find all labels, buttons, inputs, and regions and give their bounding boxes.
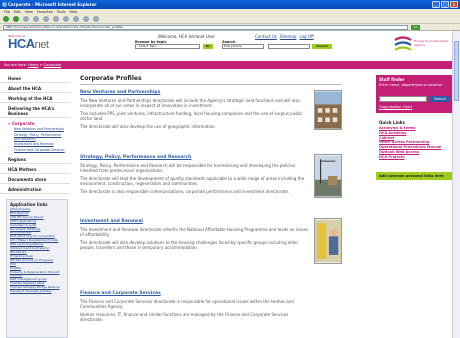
log-off-link[interactable]: Log Off	[299, 34, 313, 39]
breadcrumb: You are here: Home > Corporate	[0, 61, 452, 69]
section-paragraph: The New Ventures and Partnerships direct…	[80, 98, 300, 108]
maximize-button[interactable]: □	[441, 1, 449, 8]
section-title[interactable]: Strategy, Policy, Performance and Resear…	[80, 155, 342, 160]
favorites-icon[interactable]	[63, 16, 69, 22]
nav-about[interactable]: About the HCA	[0, 83, 70, 93]
search-scope-select[interactable]: Everywhere	[222, 44, 264, 49]
breadcrumb-home[interactable]: Home	[28, 63, 38, 67]
nav-documents[interactable]: Documents store	[0, 174, 70, 184]
search-input[interactable]	[268, 44, 310, 49]
nav-home[interactable]: Home	[0, 73, 70, 83]
address-bar: http://homesandcommunities.co.uk/public/…	[0, 24, 460, 31]
section-paragraph: The directorate will also develop the us…	[80, 124, 216, 129]
section-paragraph: The directorate will also develop soluti…	[80, 240, 299, 250]
refresh-icon[interactable]	[33, 16, 39, 22]
ie-icon	[2, 2, 7, 7]
app-link[interactable]: Transport Channels (Intake)	[10, 289, 64, 294]
nav-hca-matters[interactable]: HCA Matters	[0, 164, 70, 174]
minimize-button[interactable]: _	[432, 1, 440, 8]
hcanet-logo[interactable]: HCAnet	[8, 36, 49, 51]
menu-file[interactable]: File	[4, 10, 10, 14]
main-content: Corporate Profiles	[80, 75, 342, 85]
browse-go-button[interactable]: Go	[203, 44, 213, 49]
browser-toolbar	[0, 15, 460, 24]
staff-finder-search-button[interactable]: Search	[430, 96, 450, 102]
forward-icon[interactable]	[13, 16, 19, 22]
section-paragraph: Strategy, Policy, Performance and Resear…	[80, 163, 296, 173]
sitemap-link[interactable]: Sitemap	[280, 34, 297, 39]
section-title[interactable]: Investment and Renewal	[80, 219, 342, 224]
staff-finder: Staff finder Enter name, department or l…	[376, 75, 452, 113]
nav-sub-strategy[interactable]: Strategy, Policy, Performance and Resear…	[0, 133, 70, 143]
section-title[interactable]: Finance and Corporate Services	[80, 291, 342, 296]
section-strategy: Strategy, Policy, Performance and Resear…	[80, 151, 342, 194]
page-scrollbar[interactable]	[452, 31, 460, 338]
close-button[interactable]: ×	[450, 1, 458, 8]
browse-topic-select[interactable]: - Select Topic -	[135, 44, 200, 49]
home-icon[interactable]	[43, 16, 49, 22]
menu-favorites[interactable]: Favorites	[37, 10, 53, 14]
menu-help[interactable]: Help	[69, 10, 77, 14]
search-button[interactable]: Search	[312, 44, 332, 49]
menu-view[interactable]: View	[25, 10, 33, 14]
search-icon[interactable]	[53, 16, 59, 22]
quick-links-title: Quick Links	[379, 120, 405, 125]
scrollbar-thumb[interactable]	[454, 41, 459, 101]
section-paragraph: The directorate is also responsible comm…	[80, 189, 290, 194]
housing-photo	[314, 90, 342, 130]
section-investment: Investment and Renewal The Investment an…	[80, 215, 342, 250]
nav-corporate[interactable]: » Corporate	[0, 118, 70, 127]
menu-tools[interactable]: Tools	[57, 10, 66, 14]
section-finance: Finance and Corporate Services The Finan…	[80, 287, 342, 322]
page-title: Corporate Profiles	[80, 75, 342, 85]
construction-photo	[314, 154, 342, 198]
staff-finder-title: Staff finder	[379, 77, 405, 82]
agency-name: Homes & Communities Agency	[414, 39, 449, 47]
print-icon[interactable]	[93, 16, 99, 22]
section-new-ventures: New Ventures and Partnerships The New Ve…	[80, 86, 342, 129]
contact-us-link[interactable]: Contact Us	[255, 34, 277, 39]
personal-links-box[interactable]: Add common personal links here	[376, 172, 452, 180]
quick-links: Quick Links Acronyms & terms HCA Academy…	[376, 118, 452, 162]
breadcrumb-corporate[interactable]: Corporate	[44, 63, 62, 67]
menu-edit[interactable]: Edit	[14, 10, 21, 14]
window-title: Corporate - Microsoft Internet Explorer	[8, 2, 97, 7]
section-paragraph: This includes PPS, joint ventures, infra…	[80, 111, 303, 121]
staff-finder-hint: Enter name, department or location	[379, 83, 443, 87]
section-paragraph: The Investment and Renewal directorate i…	[80, 227, 309, 237]
section-title[interactable]: New Ventures and Partnerships	[80, 90, 342, 95]
section-paragraph: The Finance and Corporate Services direc…	[80, 299, 294, 309]
logo-main: HCA	[8, 36, 35, 51]
left-nav: Home About the HCA Working at the HCA De…	[0, 73, 70, 194]
welcome-text: Welcome, HCA Intranet User	[158, 34, 215, 39]
top-links: Contact Us Sitemap Log Off	[255, 34, 314, 39]
organisation-chart-link[interactable]: Organisation Chart	[379, 105, 412, 109]
people-photo	[314, 218, 342, 264]
nav-regions[interactable]: Regions	[0, 154, 70, 164]
history-icon[interactable]	[73, 16, 79, 22]
back-icon[interactable]	[3, 16, 9, 22]
nav-delivering[interactable]: Delivering the HCA's Business	[0, 103, 70, 118]
logo-suffix: net	[34, 39, 49, 51]
application-links-box: Application links Atlas Projects BCS Rep…	[6, 199, 68, 338]
breadcrumb-prefix: You are here:	[4, 63, 27, 67]
section-paragraph: Human resources, IT, finance and similar…	[80, 312, 289, 322]
address-input[interactable]: http://homesandcommunities.co.uk/public/…	[3, 24, 408, 30]
stop-icon[interactable]	[23, 16, 29, 22]
quick-link[interactable]: HCA Projects	[379, 155, 449, 160]
window-titlebar: Corporate - Microsoft Internet Explorer …	[0, 0, 460, 9]
staff-finder-input[interactable]	[379, 96, 427, 102]
nav-working[interactable]: Working at the HCA	[0, 93, 70, 103]
hca-emblem-icon	[394, 36, 412, 51]
address-go-button[interactable]: Go	[411, 24, 420, 30]
nav-administration[interactable]: Administration	[0, 184, 70, 194]
mail-icon[interactable]	[83, 16, 89, 22]
section-paragraph: The directorate will lead the developmen…	[80, 176, 305, 186]
